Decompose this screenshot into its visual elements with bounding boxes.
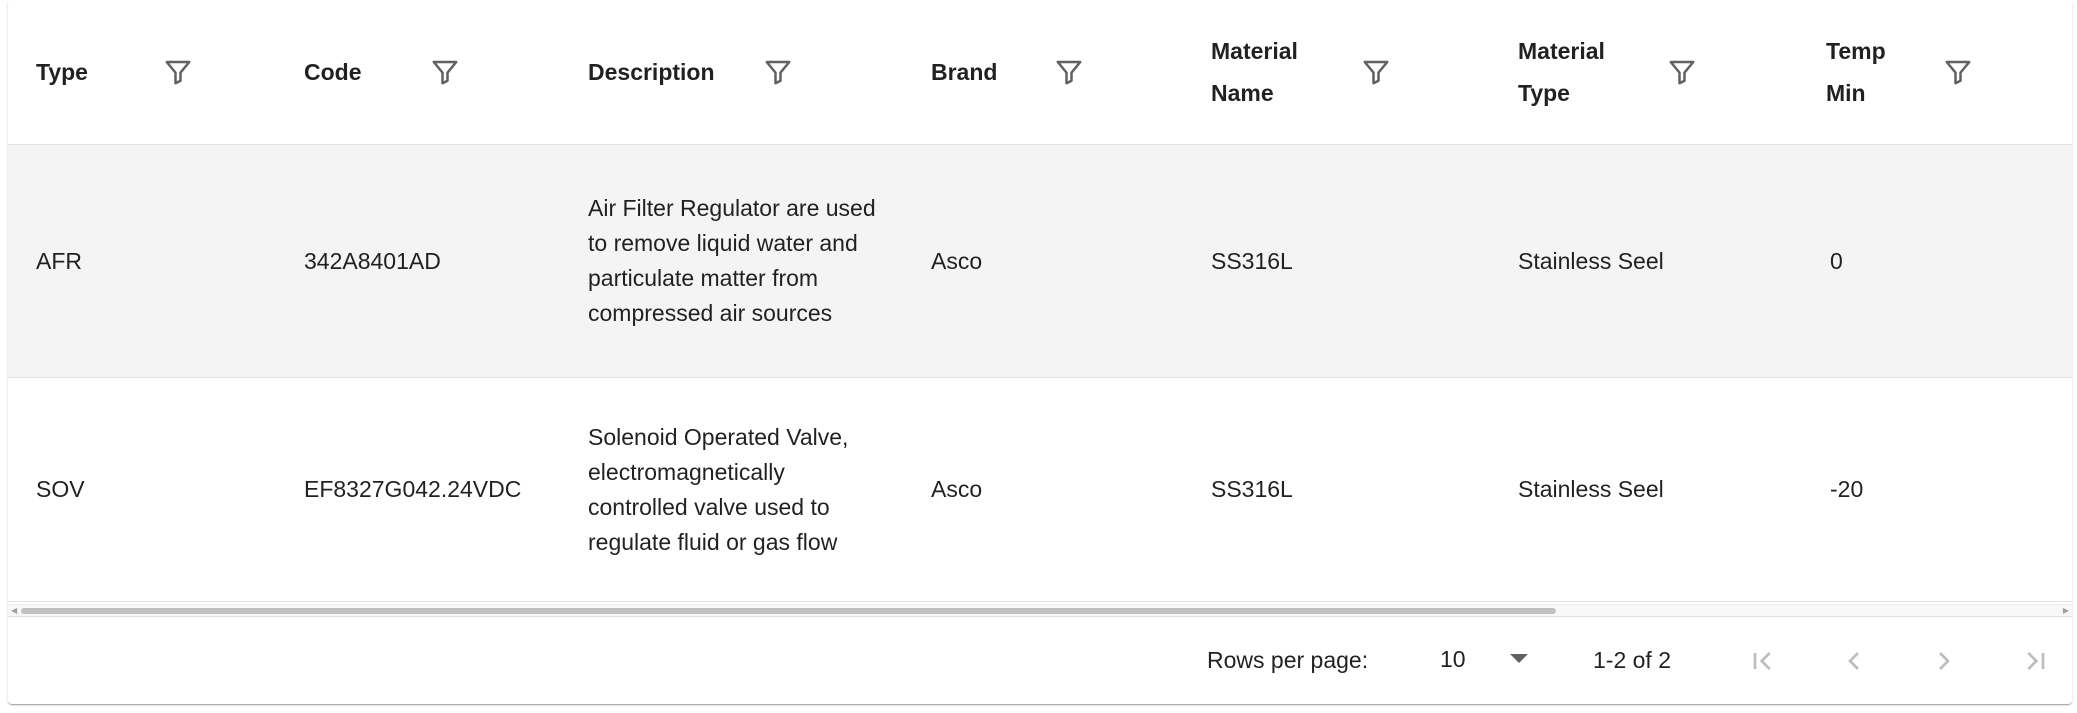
cell-text: SS316L (1211, 247, 1293, 274)
filter-icon (1363, 60, 1389, 85)
previous-page-button[interactable] (1830, 637, 1878, 685)
rows-per-page-label: Rows per page: (1207, 647, 1369, 673)
cell-description: Solenoid Operated Valve, electromagnetic… (560, 378, 903, 602)
table-body: AFR 342A8401AD Air Filter Regulator are … (8, 144, 2072, 602)
cell-code: EF8327G042.24VDC (276, 378, 560, 602)
column-header-label: Code (304, 59, 362, 85)
filter-icon (1056, 60, 1082, 85)
cell-text: 342A8401AD (304, 247, 441, 274)
data-table: Type Code Description Brand Material Nam… (8, 0, 2072, 602)
cell-material-name: SS316L (1183, 378, 1490, 602)
filter-button-brand[interactable] (1045, 48, 1093, 96)
cell-type: AFR (8, 145, 276, 378)
arrow-drop-down-icon (1510, 654, 1528, 663)
cell-material-name: SS316L (1183, 145, 1490, 378)
cell-text: Solenoid Operated Valve, electromagnetic… (588, 423, 849, 555)
cell-temp-min: -20 (1798, 378, 2072, 602)
filter-button-description[interactable] (754, 48, 802, 96)
rows-per-page-select[interactable]: 10 (1428, 635, 1538, 683)
header-row: Type Code Description Brand Material Nam… (8, 0, 2072, 145)
cell-code: 342A8401AD (276, 145, 560, 378)
first-page-icon (1753, 652, 1771, 670)
pagination-range: 1-2 of 2 (1593, 647, 1671, 673)
filter-button-material-type[interactable] (1658, 48, 1706, 96)
cell-text: 0 (1830, 247, 1843, 274)
scrollbar-thumb[interactable] (21, 608, 1556, 614)
scroll-right-arrow-icon[interactable]: ▶ (2063, 607, 2069, 615)
column-header-label: Type (36, 59, 88, 85)
first-page-button[interactable] (1739, 637, 1787, 685)
cell-material-type: Stainless Seel (1490, 145, 1798, 378)
cell-material-type: Stainless Seel (1490, 378, 1798, 602)
cell-text: SOV (36, 476, 85, 502)
column-header-code: Code (276, 0, 560, 145)
cell-text: EF8327G042.24VDC (304, 476, 522, 502)
data-table-card: Type Code Description Brand Material Nam… (8, 0, 2072, 704)
cell-text: Asco (931, 476, 983, 502)
column-header-label: Temp Min (1826, 38, 1886, 106)
table-row[interactable]: SOV EF8327G042.24VDC Solenoid Operated V… (8, 377, 2072, 602)
filter-button-type[interactable] (154, 48, 202, 96)
cell-brand: Asco (903, 378, 1183, 602)
cell-description: Air Filter Regulator are used to remove … (560, 145, 903, 378)
filter-button-code[interactable] (421, 48, 469, 96)
column-header-type: Type (8, 0, 276, 145)
column-header-description: Description (560, 0, 903, 145)
cell-text: AFR (36, 247, 82, 274)
filter-button-temp-min[interactable] (1934, 48, 1982, 96)
column-header-label: Material Name (1211, 38, 1298, 106)
column-header-material-type: Material Type (1490, 0, 1798, 145)
filter-icon (1945, 60, 1971, 85)
cell-text: Air Filter Regulator are used to remove … (588, 195, 876, 326)
filter-icon (432, 60, 458, 85)
column-header-label: Brand (931, 59, 998, 85)
table-header: Type Code Description Brand Material Nam… (8, 0, 2072, 145)
cell-text: SS316L (1211, 476, 1293, 502)
chevron-left-icon (1848, 652, 1859, 670)
table-row[interactable]: AFR 342A8401AD Air Filter Regulator are … (8, 144, 2072, 378)
chevron-right-icon (1939, 652, 1950, 670)
next-page-button[interactable] (1920, 637, 1968, 685)
last-page-icon (2027, 652, 2045, 670)
table-scroll-area[interactable]: Type Code Description Brand Material Nam… (8, 0, 2072, 604)
column-header-label: Description (588, 59, 715, 85)
last-page-button[interactable] (2011, 637, 2059, 685)
filter-button-material-name[interactable] (1352, 48, 1400, 96)
filter-icon (765, 60, 791, 85)
column-header-brand: Brand (903, 0, 1183, 145)
cell-brand: Asco (903, 145, 1183, 378)
rows-per-page-value: 10 (1440, 646, 1466, 672)
cell-text: Stainless Seel (1518, 247, 1664, 274)
filter-icon (1669, 60, 1695, 85)
cell-text: -20 (1830, 476, 1864, 502)
cell-text: Stainless Seel (1518, 476, 1664, 502)
scroll-left-arrow-icon[interactable]: ◀ (11, 607, 17, 615)
table-pagination: Rows per page: 10 1-2 of 2 (8, 616, 2072, 704)
cell-type: SOV (8, 378, 276, 602)
filter-icon (165, 60, 191, 85)
column-header-material-name: Material Name (1183, 0, 1490, 145)
column-header-label: Material Type (1518, 38, 1605, 106)
column-header-temp-min: Temp Min (1798, 0, 2072, 145)
cell-temp-min: 0 (1798, 145, 2072, 378)
cell-text: Asco (931, 247, 983, 274)
